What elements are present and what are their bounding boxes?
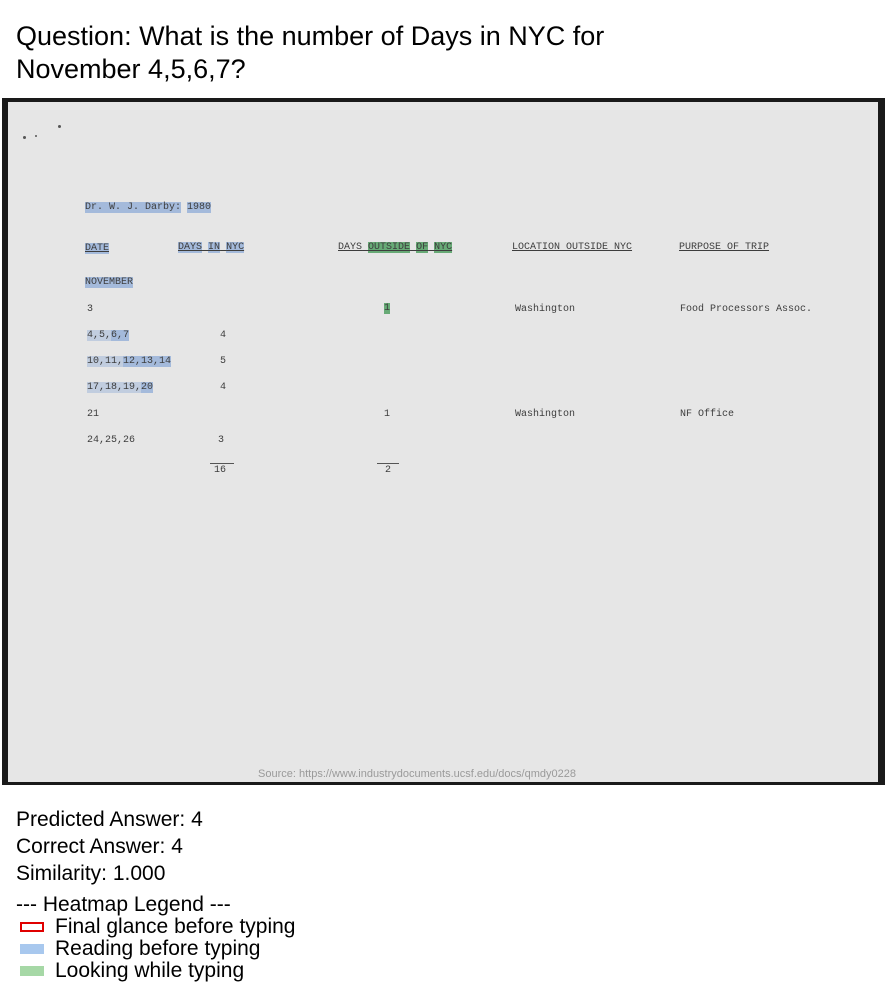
results-block: Predicted Answer: 4 Correct Answer: 4 Si… xyxy=(16,806,203,887)
legend-label: Looking while typing xyxy=(55,959,245,982)
row-location: Washington xyxy=(515,409,576,420)
col-days-outside-header: DAYS OUTSIDE OF NYC xyxy=(338,242,453,254)
similarity-score: Similarity: 1.000 xyxy=(16,862,166,885)
header-name: Dr. W. J. Darby: xyxy=(85,202,182,213)
source-url: Source: https://www.industrydocuments.uc… xyxy=(258,768,576,780)
question-line-1: Question: What is the number of Days in … xyxy=(16,21,605,51)
row-days-in-nyc: 5 xyxy=(220,356,227,367)
predicted-answer: Predicted Answer: 4 xyxy=(16,808,203,831)
total-days-outside: 2 xyxy=(385,465,392,476)
document-page: Dr. W. J. Darby: 1980 DATE DAYS IN NYC D… xyxy=(8,102,878,782)
total-rule xyxy=(210,463,234,464)
legend-label: Final glance before typing xyxy=(55,915,296,938)
row-date: 4,5,6,7 xyxy=(87,330,130,342)
col-purpose-header: PURPOSE OF TRIP xyxy=(679,242,770,253)
row-date: 21 xyxy=(87,409,100,420)
row-days-in-nyc: 4 xyxy=(220,382,227,393)
month-text: NOVEMBER xyxy=(85,277,134,288)
row-date: 17,18,19,20 xyxy=(87,382,154,394)
col-days-outside-word-3: OF xyxy=(416,242,429,253)
total-days-in-nyc: 16 xyxy=(214,465,227,476)
col-date-label: DATE xyxy=(85,243,110,254)
question-text: Question: What is the number of Days in … xyxy=(16,20,866,86)
row-date: 24,25,26 xyxy=(87,435,136,446)
col-date-header: DATE xyxy=(85,243,110,255)
row-date: 3 xyxy=(87,304,94,315)
row-date: 10,11,12,13,14 xyxy=(87,356,172,368)
row-date-part-1: 10,11, xyxy=(87,356,124,367)
row-date-part-2: 12,13,14 xyxy=(123,356,172,367)
total-rule xyxy=(377,463,399,464)
col-days-in-nyc-word-2: IN xyxy=(208,242,221,253)
row-days-outside: 1 xyxy=(384,409,391,420)
row-location: Washington xyxy=(515,304,576,315)
row-purpose: NF Office xyxy=(680,409,735,420)
row-days-in-nyc: 4 xyxy=(220,330,227,341)
doc-header: Dr. W. J. Darby: 1980 xyxy=(85,202,212,214)
col-days-outside-word-4: NYC xyxy=(434,242,453,253)
correct-answer: Correct Answer: 4 xyxy=(16,835,183,858)
col-location-header: LOCATION OUTSIDE NYC xyxy=(512,242,633,253)
scan-speck xyxy=(23,136,26,139)
col-days-in-nyc-header: DAYS IN NYC xyxy=(178,242,245,254)
row-date-part-1: 4,5, xyxy=(87,330,112,341)
row-purpose: Food Processors Assoc. xyxy=(680,304,813,315)
row-days-outside: 1 xyxy=(384,303,391,315)
legend-swatch-blue xyxy=(20,944,44,954)
header-year: 1980 xyxy=(187,202,212,213)
col-days-in-nyc-word-3: NYC xyxy=(226,242,245,253)
question-line-2: November 4,5,6,7? xyxy=(16,54,246,84)
row-date-part-2: 20 xyxy=(141,382,154,393)
row-days-outside-value: 1 xyxy=(384,303,391,314)
scan-speck xyxy=(35,135,37,137)
legend-label: Reading before typing xyxy=(55,937,261,960)
document-image: Dr. W. J. Darby: 1980 DATE DAYS IN NYC D… xyxy=(2,98,885,785)
row-days-in-nyc: 3 xyxy=(218,435,225,446)
row-date-part-2: 6,7 xyxy=(111,330,130,341)
col-days-outside-word-1: DAYS xyxy=(338,242,363,253)
legend-swatch-green xyxy=(20,966,44,976)
col-days-outside-word-2: OUTSIDE xyxy=(368,242,411,253)
legend-title: --- Heatmap Legend --- xyxy=(16,893,231,916)
row-date-part-1: 17,18,19, xyxy=(87,382,142,393)
scan-speck xyxy=(58,125,61,128)
month-label: NOVEMBER xyxy=(85,277,134,289)
legend-swatch-red-outline xyxy=(20,922,44,932)
col-days-in-nyc-word-1: DAYS xyxy=(178,242,203,253)
